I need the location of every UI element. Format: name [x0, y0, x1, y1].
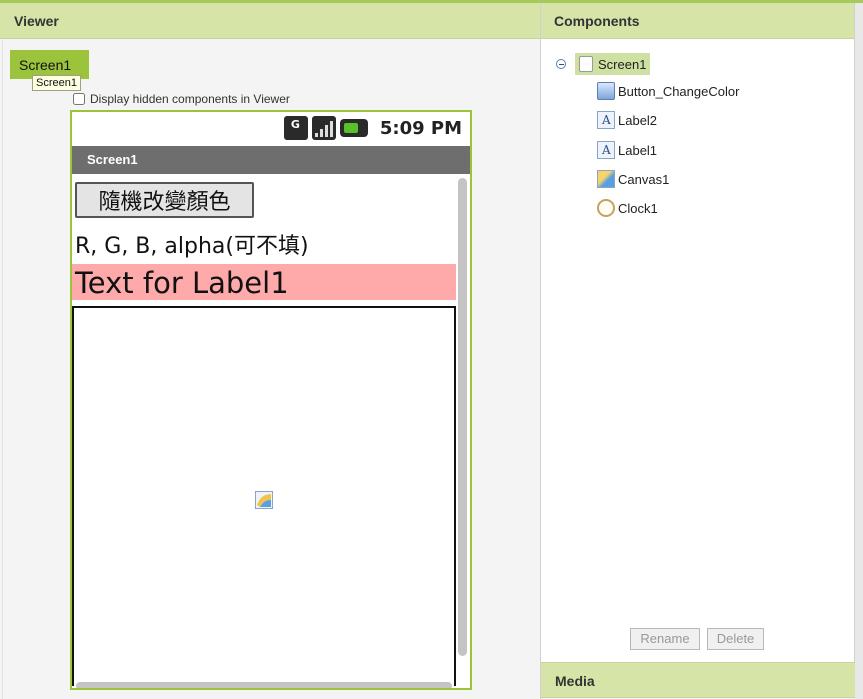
label-icon — [597, 141, 615, 159]
media-header[interactable]: Media — [541, 662, 855, 698]
label1[interactable]: Text for Label1 — [72, 264, 456, 300]
phone-title-bar: Screen1 — [72, 146, 470, 174]
screen-icon — [579, 56, 593, 72]
tree-item-label: Clock1 — [618, 200, 658, 216]
battery-icon — [339, 119, 368, 137]
tree-item-button-changecolor[interactable]: Button_ChangeColor — [597, 80, 739, 102]
label2[interactable]: R, G, B, alpha(可不填) — [75, 228, 309, 260]
components-panel: Components Screen1 Button_ChangeColor La… — [541, 3, 855, 662]
data-connection-icon — [283, 116, 308, 140]
canvas1[interactable] — [72, 306, 456, 686]
phone-vertical-scrollbar[interactable] — [458, 178, 467, 656]
media-panel: Media — [541, 662, 855, 699]
label-icon — [597, 111, 615, 129]
phone-preview: 5:09 PM Screen1 隨機改變顏色 R, G, B, alpha(可不… — [70, 110, 472, 690]
tree-root-selected[interactable]: Screen1 — [575, 53, 651, 75]
page-scrollbar[interactable] — [855, 3, 863, 699]
tree-item-label: Button_ChangeColor — [618, 83, 740, 99]
canvas-icon — [597, 170, 615, 188]
tree-item-canvas1[interactable]: Canvas1 — [597, 168, 669, 190]
collapse-icon[interactable] — [556, 59, 566, 69]
clock-icon — [597, 199, 615, 217]
viewer-header: Viewer — [0, 3, 540, 39]
display-hidden-checkbox[interactable] — [73, 93, 85, 105]
components-header: Components — [541, 3, 854, 39]
tree-root[interactable]: Screen1 — [556, 53, 651, 75]
tree-item-label: Canvas1 — [618, 171, 670, 187]
rename-button[interactable]: Rename — [630, 628, 700, 650]
delete-button[interactable]: Delete — [707, 628, 764, 650]
tree-item-label2[interactable]: Label2 — [597, 109, 657, 131]
tree-root-label: Screen1 — [598, 56, 647, 72]
signal-icon — [311, 116, 336, 140]
phone-status-bar: 5:09 PM — [72, 112, 470, 144]
button-icon — [597, 82, 615, 100]
tree-item-label1[interactable]: Label1 — [597, 139, 657, 161]
status-time: 5:09 PM — [379, 117, 462, 139]
phone-content: 隨機改變顏色 R, G, B, alpha(可不填) Text for Labe… — [72, 174, 470, 688]
change-color-button[interactable]: 隨機改變顏色 — [75, 182, 254, 218]
canvas-placeholder-icon — [255, 491, 273, 509]
screen-tooltip: Screen1 — [32, 75, 81, 91]
tree-item-clock1[interactable]: Clock1 — [597, 197, 658, 219]
display-hidden-label: Display hidden components in Viewer — [90, 92, 290, 106]
tree-item-label: Label2 — [618, 112, 658, 128]
tree-item-label: Label1 — [618, 142, 658, 158]
component-actions: Rename Delete — [630, 628, 764, 650]
display-hidden-components-row[interactable]: Display hidden components in Viewer — [73, 92, 290, 106]
phone-horizontal-scrollbar[interactable] — [76, 682, 452, 688]
